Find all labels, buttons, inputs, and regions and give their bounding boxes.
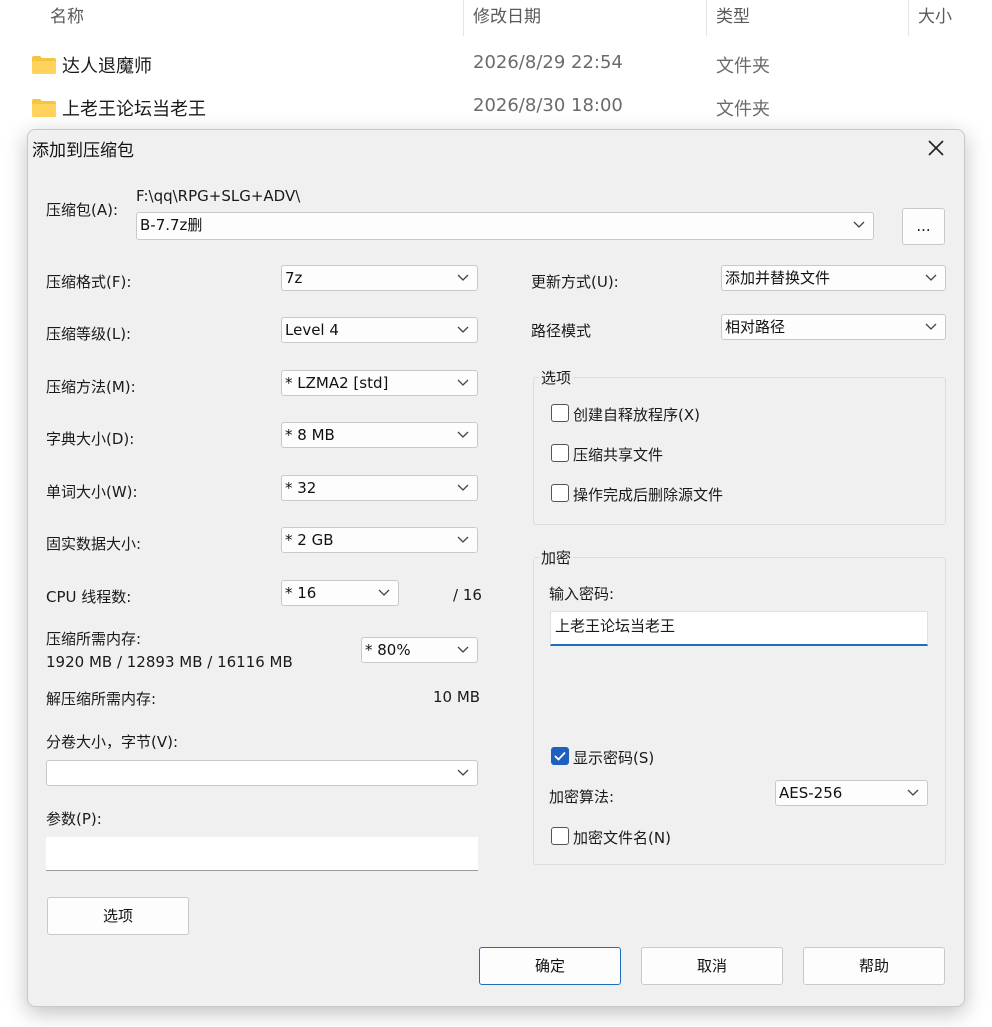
solid-select[interactable]: * 2 GB bbox=[281, 527, 478, 553]
file-date: 2026/8/30 18:00 bbox=[473, 95, 623, 116]
column-header-size[interactable]: 大小 bbox=[918, 0, 952, 36]
pathmode-value: 相对路径 bbox=[725, 318, 786, 336]
browse-button[interactable]: ... bbox=[902, 208, 945, 245]
level-select[interactable]: Level 4 bbox=[281, 317, 478, 343]
volume-select[interactable] bbox=[46, 760, 478, 786]
update-value: 添加并替换文件 bbox=[725, 269, 831, 287]
encryption-method-value: AES-256 bbox=[779, 784, 843, 802]
dialog-title: 添加到压缩包 bbox=[32, 141, 134, 161]
mem-value: * 80% bbox=[365, 641, 411, 659]
checkmark-icon bbox=[554, 751, 566, 761]
solid-value: * 2 GB bbox=[285, 531, 334, 549]
column-header-name[interactable]: 名称 bbox=[50, 0, 84, 36]
show-password-checkbox[interactable] bbox=[551, 747, 569, 765]
update-label: 更新方式(U): bbox=[531, 273, 619, 291]
file-row[interactable]: 上老王论坛当老王 2026/8/30 18:00 文件夹 bbox=[0, 87, 992, 127]
column-divider[interactable] bbox=[706, 0, 707, 36]
encrypt-names-checkbox[interactable] bbox=[551, 827, 569, 845]
close-icon bbox=[928, 140, 944, 156]
threads-select[interactable]: * 16 bbox=[281, 580, 399, 606]
method-label: 压缩方法(M): bbox=[46, 378, 136, 396]
word-value: * 32 bbox=[285, 479, 317, 497]
threads-label: CPU 线程数: bbox=[46, 588, 132, 606]
column-header-type[interactable]: 类型 bbox=[716, 0, 750, 36]
archive-filename: B-7.7z删 bbox=[140, 216, 203, 234]
close-button[interactable] bbox=[914, 130, 958, 166]
mem-select[interactable]: * 80% bbox=[361, 637, 478, 663]
chevron-down-icon bbox=[457, 274, 469, 281]
options-button[interactable]: 选项 bbox=[47, 897, 189, 935]
encryption-method-select[interactable]: AES-256 bbox=[775, 780, 928, 806]
word-label: 单词大小(W): bbox=[46, 483, 138, 501]
method-value: * LZMA2 [std] bbox=[285, 374, 389, 392]
cancel-button[interactable]: 取消 bbox=[641, 947, 783, 985]
params-input[interactable] bbox=[46, 837, 478, 871]
archive-name-combo[interactable]: B-7.7z删 bbox=[136, 212, 874, 240]
mem-label: 压缩所需内存: bbox=[46, 630, 142, 648]
help-button[interactable]: 帮助 bbox=[803, 947, 945, 985]
chevron-down-icon bbox=[457, 646, 469, 653]
chevron-down-icon bbox=[457, 379, 469, 386]
word-select[interactable]: * 32 bbox=[281, 475, 478, 501]
ok-button[interactable]: 确定 bbox=[479, 947, 621, 985]
file-type: 文件夹 bbox=[716, 99, 770, 120]
chevron-down-icon bbox=[907, 789, 919, 796]
chevron-down-icon bbox=[457, 326, 469, 333]
decomp-label: 解压缩所需内存: bbox=[46, 690, 157, 708]
sfx-label[interactable]: 创建自释放程序(X) bbox=[573, 404, 700, 425]
dict-label: 字典大小(D): bbox=[46, 430, 135, 448]
file-date: 2026/8/29 22:54 bbox=[473, 52, 623, 73]
column-divider[interactable] bbox=[463, 0, 464, 36]
volume-label: 分卷大小，字节(V): bbox=[46, 733, 179, 751]
chevron-down-icon bbox=[457, 431, 469, 438]
level-value: Level 4 bbox=[285, 321, 339, 339]
delete-checkbox[interactable] bbox=[551, 484, 569, 502]
chevron-down-icon bbox=[925, 323, 937, 330]
encrypt-names-label[interactable]: 加密文件名(N) bbox=[573, 827, 671, 848]
method-select[interactable]: * LZMA2 [std] bbox=[281, 370, 478, 396]
chevron-down-icon bbox=[457, 536, 469, 543]
params-label: 参数(P): bbox=[46, 810, 102, 828]
decomp-value: 10 MB bbox=[433, 688, 481, 706]
folder-icon bbox=[32, 56, 56, 74]
folder-icon bbox=[32, 99, 56, 117]
column-divider[interactable] bbox=[908, 0, 909, 36]
update-select[interactable]: 添加并替换文件 bbox=[721, 265, 946, 291]
threads-value: * 16 bbox=[285, 584, 317, 602]
shared-label[interactable]: 压缩共享文件 bbox=[573, 444, 663, 465]
file-row[interactable]: 达人退魔师 2026/8/29 22:54 文件夹 bbox=[0, 44, 992, 84]
archive-label: 压缩包(A): bbox=[46, 201, 119, 219]
file-name: 达人退魔师 bbox=[62, 56, 152, 77]
solid-label: 固实数据大小: bbox=[46, 535, 142, 553]
file-type: 文件夹 bbox=[716, 56, 770, 77]
chevron-down-icon bbox=[457, 769, 469, 776]
pathmode-label: 路径模式 bbox=[531, 322, 592, 340]
chevron-down-icon bbox=[378, 589, 390, 596]
shared-checkbox[interactable] bbox=[551, 444, 569, 462]
format-select[interactable]: 7z bbox=[281, 265, 478, 291]
chevron-down-icon bbox=[925, 274, 937, 281]
password-label: 输入密码: bbox=[549, 585, 615, 603]
password-input[interactable]: 上老王论坛当老王 bbox=[550, 611, 928, 646]
options-group-title: 选项 bbox=[539, 367, 574, 388]
show-password-label[interactable]: 显示密码(S) bbox=[573, 747, 654, 768]
threads-max: / 16 bbox=[453, 586, 482, 604]
encryption-method-label: 加密算法: bbox=[549, 788, 615, 806]
chevron-down-icon bbox=[853, 221, 865, 228]
format-label: 压缩格式(F): bbox=[46, 273, 132, 291]
dict-value: * 8 MB bbox=[285, 426, 335, 444]
encryption-group-title: 加密 bbox=[539, 547, 574, 568]
add-to-archive-dialog: 添加到压缩包 压缩包(A): F:\qq\RPG+SLG+ADV\ B-7.7z… bbox=[27, 129, 965, 1007]
mem-detail: 1920 MB / 12893 MB / 16116 MB bbox=[46, 653, 293, 671]
level-label: 压缩等级(L): bbox=[46, 325, 132, 343]
chevron-down-icon bbox=[457, 484, 469, 491]
column-header-modified[interactable]: 修改日期 bbox=[473, 0, 541, 36]
dict-select[interactable]: * 8 MB bbox=[281, 422, 478, 448]
format-value: 7z bbox=[285, 269, 303, 287]
sfx-checkbox[interactable] bbox=[551, 404, 569, 422]
archive-path: F:\qq\RPG+SLG+ADV\ bbox=[136, 187, 301, 205]
pathmode-select[interactable]: 相对路径 bbox=[721, 314, 946, 340]
delete-label[interactable]: 操作完成后删除源文件 bbox=[573, 484, 723, 505]
file-name: 上老王论坛当老王 bbox=[62, 99, 206, 120]
